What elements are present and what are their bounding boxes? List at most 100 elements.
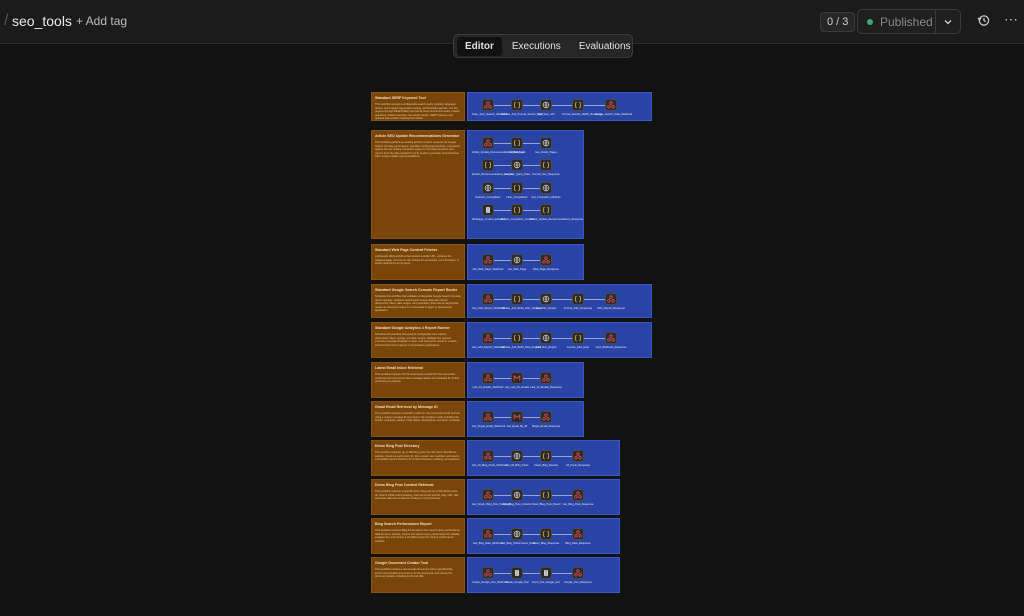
workflow-group[interactable]: Get_Blog_Data_Webhook Get_Blog_Performanc… [467,518,620,554]
workflow-node[interactable] [572,293,584,305]
node-label: Get_GSC_Report_Webhook [472,307,505,310]
more-options-button[interactable]: ⋯ [1004,11,1018,28]
workflow-group[interactable]: Last_10_Emails_Webhook Get_Last_10_Emails… [467,362,584,398]
connection-line [523,209,540,211]
node-label: Single_Email_Response [531,425,561,428]
gmail-icon [513,374,521,382]
document-icon [484,206,492,214]
workflow-node[interactable] [482,528,494,540]
workflow-node[interactable] [540,372,552,384]
workflow-group[interactable]: Get_GA4_Report_Webhook Validate_And_Build… [467,322,652,358]
workflow-node[interactable] [482,203,494,216]
connection-line [584,105,605,106]
code-icon [513,206,521,214]
sticky-note[interactable]: Blog Search Performance Report This workf… [371,518,465,554]
node-label: Clean_Blog_Results [534,464,558,467]
workflow-group[interactable]: Create_Google_Doc_Webhook Create_Google_D… [467,557,620,593]
sticky-note[interactable]: Demo Blog Post Content Retrieval This wor… [371,479,465,515]
workflow-node[interactable] [572,450,584,462]
sticky-note[interactable]: Demo Blog Post Directory This workflow re… [371,440,465,476]
workflow-node[interactable] [482,159,494,172]
sticky-note[interactable]: Standard Google Analytics 4 Report Runne… [371,322,465,358]
sticky-note[interactable]: Standard Web Page Content Fetcher Lightwe… [371,244,465,280]
workflow-group[interactable]: Keep_Serp_Search_Webhook Validate_And_For… [467,92,652,121]
workflow-node[interactable] [482,332,494,344]
workflow-node[interactable] [605,99,617,111]
workflow-node[interactable] [482,99,494,111]
workflow-node[interactable] [482,137,494,149]
workflow-node[interactable] [572,528,584,540]
workflow-node[interactable] [511,489,523,501]
code-icon [513,295,521,303]
publish-options-button[interactable] [935,10,960,33]
workflow-node[interactable] [605,332,617,344]
workflow-node[interactable] [482,411,494,423]
workflow-node[interactable] [572,489,584,501]
published-button[interactable]: Published [858,10,935,33]
workflow-node[interactable] [511,254,523,266]
workflow-node[interactable] [572,332,584,344]
workflow-node[interactable] [572,567,584,579]
workflow-node[interactable] [511,332,523,344]
workflow-node[interactable] [482,293,494,305]
workflow-node[interactable] [511,450,523,462]
workflow-node[interactable] [605,293,617,305]
workflow-node[interactable] [511,567,523,579]
workflow-node[interactable] [540,567,552,579]
workflow-group[interactable]: Get_All_Blog_Posts_Webhook Get_All_Blog_P… [467,440,620,476]
workflow-node[interactable] [511,181,523,194]
workflow-node[interactable] [540,254,552,266]
workflow-node[interactable] [540,181,552,194]
workflow-node[interactable] [482,372,494,384]
workflow-group[interactable]: Get_Web_Page_Webhook Get_Web_Page Web_Page… [467,244,584,280]
workflow-node[interactable] [511,203,523,216]
node-label: Validate_And_Build_GSC_Request [501,307,542,310]
sticky-note[interactable]: Latest Email Inbox Retrieval This workflo… [371,362,465,398]
sticky-note[interactable]: Gmail Email Retrieval by Message ID This … [371,401,465,437]
workflow-canvas[interactable]: Standard SERP Keyword Tool This workflow … [0,45,1024,616]
workflow-node[interactable] [540,450,552,462]
history-button[interactable] [977,14,990,32]
workflow-node[interactable] [482,254,494,266]
workflow-group[interactable]: Article_Update_Recommendations_Webhook Va… [467,130,584,239]
workflow-node[interactable] [540,411,552,423]
workflow-group[interactable]: Get_Single_Email_Webhook Get_Email_By_ID S… [467,401,584,437]
workflow-node[interactable] [540,203,552,216]
sticky-note[interactable]: Standard SERP Keyword Tool This workflow … [371,92,465,121]
workflow-node[interactable] [540,293,552,305]
workflow-node[interactable] [511,411,523,423]
workflow-node[interactable] [511,372,523,384]
workflow-node[interactable] [511,528,523,540]
workflow-group[interactable]: Get_Single_Blog_Post_Webhook Get_Blog_Pos… [467,479,620,515]
add-tag-button[interactable]: + Add tag [76,14,127,28]
node-label: Google_Search_Data_Webhook [595,113,633,116]
sticky-note[interactable]: Standard Google Search Console Report Ro… [371,284,465,318]
workflow-group[interactable]: Get_GSC_Report_Webhook Validate_And_Build… [467,284,652,318]
workflow-node[interactable] [511,137,523,149]
workflow-node[interactable] [482,489,494,501]
workflow-node[interactable] [482,450,494,462]
workflow-name[interactable]: seo_tools [12,13,72,29]
workflow-node[interactable] [540,332,552,344]
workflow-node[interactable] [540,489,552,501]
sticky-note[interactable]: Google Document Creator Tool This workflo… [371,557,465,593]
workflow-node[interactable] [511,293,523,305]
workflow-node[interactable] [540,159,552,172]
workflow-node[interactable] [540,137,552,149]
active-version-counter: 0 / 3 [820,12,856,32]
workflow-node[interactable] [482,181,494,194]
sticky-note-title: Standard Google Analytics 4 Report Runne… [375,326,450,330]
workflow-node[interactable] [511,159,523,172]
code-icon [542,452,550,460]
workflow-node[interactable] [572,99,584,111]
node-label: Last_10_Emails_Webhook [472,386,504,389]
workflow-node[interactable] [482,567,494,579]
workflow-node[interactable] [511,99,523,111]
workflow-node[interactable] [540,528,552,540]
sticky-note[interactable]: Article SEO Update Recommendations Gener… [371,130,465,239]
history-icon [977,15,990,26]
breadcrumb-separator: / [4,12,9,29]
node-label: Get_All_Blog_Posts [505,464,529,467]
node-label: Format_GSC_Response [563,307,593,310]
workflow-node[interactable] [540,99,552,111]
